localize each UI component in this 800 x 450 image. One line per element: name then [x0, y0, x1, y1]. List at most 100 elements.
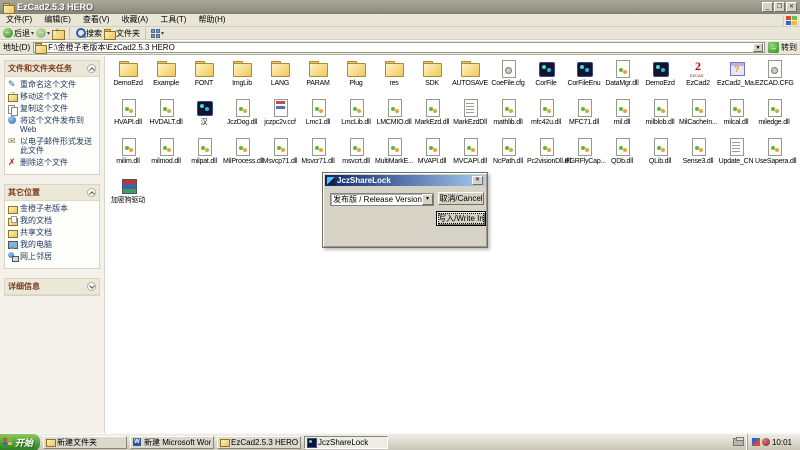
folders-button[interactable]: 文件夹 — [104, 28, 140, 39]
file-item[interactable]: QDb.dll — [603, 137, 641, 176]
file-item[interactable]: MilProcess.dll — [223, 137, 261, 176]
collapse-icon[interactable] — [87, 64, 96, 73]
expand-icon[interactable] — [87, 282, 96, 291]
file-item[interactable]: Plug — [337, 59, 375, 98]
address-combo[interactable]: F:\金橙子老版本\EzCad2.5.3 HERO ▾ — [33, 42, 765, 53]
file-item[interactable]: CorFile — [527, 59, 565, 98]
file-item[interactable]: mfc42u.dll — [527, 98, 565, 137]
write-in-button[interactable]: 写入/Write In — [436, 211, 486, 226]
file-item[interactable]: PGRFlyCap... — [565, 137, 603, 176]
file-item[interactable]: HVDALT.dll — [147, 98, 185, 137]
place-link[interactable]: 网上邻居 — [8, 252, 97, 261]
file-item[interactable]: MultiMarkE... — [375, 137, 413, 176]
file-item[interactable]: Sense3.dll — [679, 137, 717, 176]
file-item[interactable]: UseSapera.dll — [755, 137, 793, 176]
taskbar-task-button[interactable]: EzCad2.5.3 HERO — [217, 436, 301, 449]
file-item[interactable]: mil.dll — [603, 98, 641, 137]
taskbar-task-button[interactable]: 新建 Microsoft Word 文... — [130, 436, 214, 449]
collapse-icon[interactable] — [87, 188, 96, 197]
views-dropdown-icon[interactable]: ▾ — [161, 30, 164, 37]
file-item[interactable]: FONT — [185, 59, 223, 98]
task-link[interactable]: 移动这个文件 — [8, 92, 97, 101]
file-item[interactable]: MarkEzdDll — [451, 98, 489, 137]
file-item[interactable]: milmod.dll — [147, 137, 185, 176]
task-link[interactable]: 重命名这个文件 — [8, 80, 97, 89]
tray-status-icon[interactable] — [762, 438, 770, 446]
file-item[interactable]: MilCacheIn... — [679, 98, 717, 137]
restore-button[interactable]: ❐ — [774, 2, 785, 12]
menu-item[interactable]: 查看(V) — [77, 14, 116, 26]
search-button[interactable]: 搜索 — [75, 28, 102, 39]
forward-dropdown-icon[interactable]: ▾ — [47, 30, 50, 37]
file-item[interactable]: Example — [147, 59, 185, 98]
file-item[interactable]: milpat.dll — [185, 137, 223, 176]
file-item[interactable]: CorFileEnu — [565, 59, 603, 98]
file-item[interactable]: ImgLib — [223, 59, 261, 98]
file-tasks-header[interactable]: 文件和文件夹任务 — [5, 61, 99, 77]
close-button[interactable]: ✕ — [786, 2, 797, 12]
menu-item[interactable]: 工具(T) — [154, 14, 192, 26]
menu-item[interactable]: 文件(F) — [0, 14, 38, 26]
file-item[interactable]: CoeFile.cfg — [489, 59, 527, 98]
file-item[interactable]: EzCad2 — [679, 59, 717, 98]
task-link[interactable]: 以电子邮件形式发送此文件 — [8, 137, 97, 155]
menu-item[interactable]: 收藏(A) — [116, 14, 155, 26]
file-item[interactable]: mathlib.dll — [489, 98, 527, 137]
file-item[interactable]: LMCMIO.dll — [375, 98, 413, 137]
file-item[interactable]: EzCad2_Ma... — [717, 59, 755, 98]
cancel-button[interactable]: 取消/Cancel — [438, 192, 484, 205]
version-select[interactable]: 发布版 / Release Version ▾ — [330, 193, 434, 206]
file-item[interactable]: Pc2visionDll.dll — [527, 137, 565, 176]
file-item[interactable]: miledge.dll — [755, 98, 793, 137]
file-item[interactable]: AUTOSAVE — [451, 59, 489, 98]
file-item[interactable]: msvcrt.dll — [337, 137, 375, 176]
file-item[interactable]: milcal.dll — [717, 98, 755, 137]
place-link[interactable]: 金橙子老版本 — [8, 204, 97, 213]
file-item[interactable]: 汉 — [185, 98, 223, 137]
task-link[interactable]: 将这个文件发布到 Web — [8, 116, 97, 134]
up-button[interactable] — [52, 28, 64, 38]
back-button[interactable]: ← 后退 ▾ — [3, 28, 34, 39]
details-header[interactable]: 详细信息 — [5, 279, 99, 295]
file-item[interactable]: DemoEzd — [641, 59, 679, 98]
file-item[interactable]: MFC71.dll — [565, 98, 603, 137]
file-item[interactable]: MVAPI.dll — [413, 137, 451, 176]
dialog-title-bar[interactable]: JczShareLock ✕ — [325, 175, 485, 186]
file-item[interactable]: MVCAPI.dll — [451, 137, 489, 176]
file-item[interactable]: QLib.dll — [641, 137, 679, 176]
taskbar-clock[interactable]: 10:01 — [772, 438, 794, 447]
task-link[interactable]: 复制这个文件 — [8, 104, 97, 113]
file-item[interactable]: milim.dll — [109, 137, 147, 176]
file-item[interactable]: jczpc2v.ccf — [261, 98, 299, 137]
minimize-button[interactable]: _ — [762, 2, 773, 12]
file-item[interactable]: SDK — [413, 59, 451, 98]
file-item[interactable]: milblob.dll — [641, 98, 679, 137]
dialog-close-button[interactable]: ✕ — [472, 176, 483, 185]
taskbar-task-button[interactable]: 新建文件夹 — [43, 436, 127, 449]
taskbar-task-button[interactable]: JczShareLock — [304, 436, 388, 449]
back-dropdown-icon[interactable]: ▾ — [31, 30, 34, 37]
file-item[interactable]: PARAM — [299, 59, 337, 98]
file-item[interactable]: DataMgr.dll — [603, 59, 641, 98]
address-dropdown-button[interactable]: ▾ — [753, 43, 763, 52]
address-value[interactable]: F:\金橙子老版本\EzCad2.5.3 HERO — [48, 42, 751, 53]
printer-icon[interactable] — [733, 438, 744, 446]
task-link[interactable]: 删除这个文件 — [8, 158, 97, 167]
file-item[interactable]: MarkEzd.dll — [413, 98, 451, 137]
file-item[interactable]: EZCAD.CFG — [755, 59, 793, 98]
file-item[interactable]: res — [375, 59, 413, 98]
go-button[interactable]: → 转到 — [768, 42, 797, 53]
menu-item[interactable]: 编辑(E) — [38, 14, 77, 26]
file-item[interactable]: JczDog.dll — [223, 98, 261, 137]
tray-app-icon[interactable] — [752, 438, 760, 446]
place-link[interactable]: 共享文档 — [8, 228, 97, 237]
views-button[interactable]: ▾ — [151, 29, 164, 38]
place-link[interactable]: 我的文档 — [8, 216, 97, 225]
file-item[interactable]: Msvcp71.dll — [261, 137, 299, 176]
file-item[interactable]: LmcLib.dll — [337, 98, 375, 137]
start-button[interactable]: 开始 — [0, 434, 40, 450]
file-item[interactable]: Update_CN — [717, 137, 755, 176]
file-item[interactable]: Lmc1.dll — [299, 98, 337, 137]
file-item[interactable]: 加密狗驱动 — [109, 176, 147, 215]
file-item[interactable]: HVAPI.dll — [109, 98, 147, 137]
